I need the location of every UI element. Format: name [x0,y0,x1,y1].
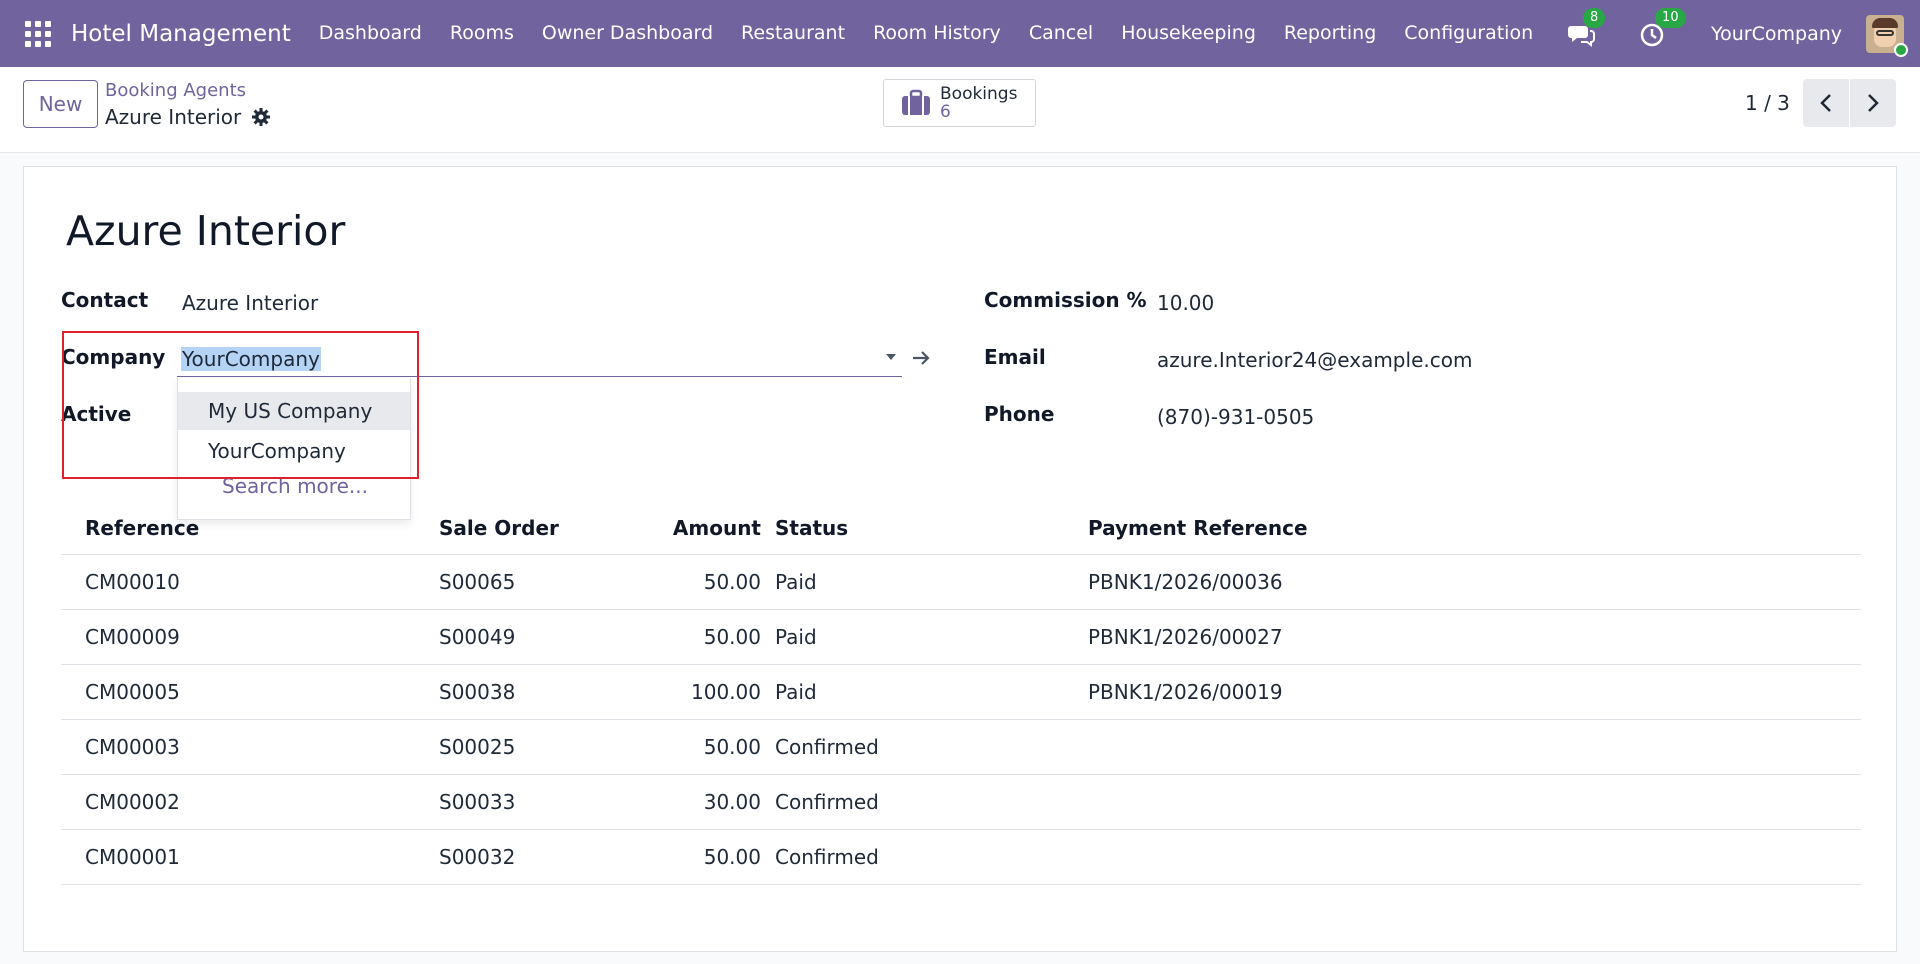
search-more-link[interactable]: Search more... [222,474,368,498]
menu-item-room-history[interactable]: Room History [859,0,1015,67]
cell-sale-order: S00025 [439,735,516,759]
top-navbar: Hotel Management Dashboard Rooms Owner D… [0,0,1920,67]
menu-item-cancel[interactable]: Cancel [1015,0,1107,67]
column-header-sale-order[interactable]: Sale Order [439,501,559,555]
table-row[interactable]: CM00001 S00032 50.00 Confirmed [61,830,1861,885]
cell-payment-reference: PBNK1/2026/00027 [1088,625,1283,649]
activities-count-badge: 10 [1655,7,1686,28]
phone-field[interactable]: (870)-931-0505 [1157,405,1314,429]
cell-amount: 50.00 [703,845,761,869]
menu-item-restaurant[interactable]: Restaurant [727,0,859,67]
form-sheet: Azure Interior Contact Azure Interior Co… [23,166,1897,952]
cell-payment-reference: PBNK1/2026/00019 [1088,680,1283,704]
menu-item-configuration[interactable]: Configuration [1390,0,1547,67]
cell-sale-order: S00032 [439,845,516,869]
cell-status: Confirmed [775,845,879,869]
contact-label: Contact [61,288,149,312]
commission-table: Reference Sale Order Amount Status Payme… [61,501,1861,885]
cell-sale-order: S00038 [439,680,516,704]
phone-label: Phone [984,402,1055,426]
cell-amount: 100.00 [691,680,761,704]
app-brand[interactable]: Hotel Management [71,21,291,47]
avatar[interactable] [1866,14,1908,57]
cell-reference: CM00009 [85,625,180,649]
commission-label: Commission % [984,288,1147,312]
clock-icon[interactable]: 10 [1639,7,1686,48]
messages-count-badge: 8 [1583,7,1606,28]
cell-reference: CM00010 [85,570,180,594]
column-header-payment-reference[interactable]: Payment Reference [1088,501,1308,555]
cell-sale-order: S00065 [439,570,516,594]
breadcrumb: Azure Interior [105,105,271,129]
table-row[interactable]: CM00002 S00033 30.00 Confirmed [61,775,1861,830]
smart-button-label: Bookings [940,84,1018,104]
cell-amount: 50.00 [703,570,761,594]
cell-sale-order: S00033 [439,790,516,814]
column-header-reference[interactable]: Reference [85,501,199,555]
commission-field[interactable]: 10.00 [1157,291,1214,315]
dropdown-option-yourcompany[interactable]: YourCompany [178,432,410,470]
arrow-right-icon[interactable] [910,347,932,369]
cell-status: Paid [775,625,817,649]
company-field-value: YourCompany [181,347,321,371]
suitcase-icon [902,89,930,115]
table-row[interactable]: CM00005 S00038 100.00 Paid PBNK1/2026/00… [61,665,1861,720]
menu-item-dashboard[interactable]: Dashboard [305,0,436,67]
online-status-indicator [1894,42,1908,57]
cell-payment-reference: PBNK1/2026/00036 [1088,570,1283,594]
navbar-systray: 8 10 YourCompany [1567,0,1920,67]
company-label: Company [61,345,166,369]
contact-field[interactable]: Azure Interior [182,291,318,315]
new-button[interactable]: New [23,80,98,128]
control-panel: New Booking Agents Azure Interior Bookin… [0,67,1920,153]
cell-reference: CM00005 [85,680,180,704]
table-row[interactable]: CM00009 S00049 50.00 Paid PBNK1/2026/000… [61,610,1861,665]
cell-status: Confirmed [775,735,879,759]
company-field[interactable]: YourCompany [177,343,902,377]
cell-sale-order: S00049 [439,625,516,649]
chat-icon[interactable]: 8 [1567,7,1606,48]
column-header-status[interactable]: Status [775,501,848,555]
main-menu: Dashboard Rooms Owner Dashboard Restaura… [305,0,1547,67]
record-title[interactable]: Azure Interior [66,207,345,255]
email-field[interactable]: azure.Interior24@example.com [1157,348,1472,372]
apps-grid-icon[interactable] [25,20,51,47]
pager-value[interactable]: 1 / 3 [1745,91,1790,115]
dropdown-option-my-us-company[interactable]: My US Company [178,392,410,430]
breadcrumb-parent[interactable]: Booking Agents [105,80,246,101]
smart-button-count: 6 [940,102,951,122]
breadcrumb-current: Azure Interior [105,105,242,129]
cell-status: Paid [775,570,817,594]
cell-amount: 30.00 [703,790,761,814]
chevron-left-icon [1820,94,1831,112]
cell-status: Confirmed [775,790,879,814]
cell-amount: 50.00 [703,735,761,759]
column-header-amount[interactable]: Amount [673,501,761,555]
menu-item-housekeeping[interactable]: Housekeeping [1107,0,1270,67]
company-autocomplete-dropdown: My US Company YourCompany Search more... [177,378,411,520]
cell-status: Paid [775,680,817,704]
company-switcher[interactable]: YourCompany [1711,23,1842,45]
table-row[interactable]: CM00003 S00025 50.00 Confirmed [61,720,1861,775]
cell-amount: 50.00 [703,625,761,649]
menu-item-reporting[interactable]: Reporting [1270,0,1390,67]
pager-previous-button[interactable] [1803,79,1849,127]
chevron-right-icon [1868,94,1879,112]
pager-next-button[interactable] [1850,79,1896,127]
cell-reference: CM00003 [85,735,180,759]
menu-item-owner-dashboard[interactable]: Owner Dashboard [528,0,727,67]
menu-item-rooms[interactable]: Rooms [436,0,528,67]
gear-icon[interactable] [251,107,271,127]
email-label: Email [984,345,1046,369]
cell-reference: CM00002 [85,790,180,814]
table-header: Reference Sale Order Amount Status Payme… [61,501,1861,555]
caret-down-icon[interactable] [886,354,896,360]
bookings-smart-button[interactable]: Bookings 6 [883,79,1036,127]
cell-reference: CM00001 [85,845,180,869]
table-row[interactable]: CM00010 S00065 50.00 Paid PBNK1/2026/000… [61,555,1861,610]
active-label: Active [61,402,132,426]
